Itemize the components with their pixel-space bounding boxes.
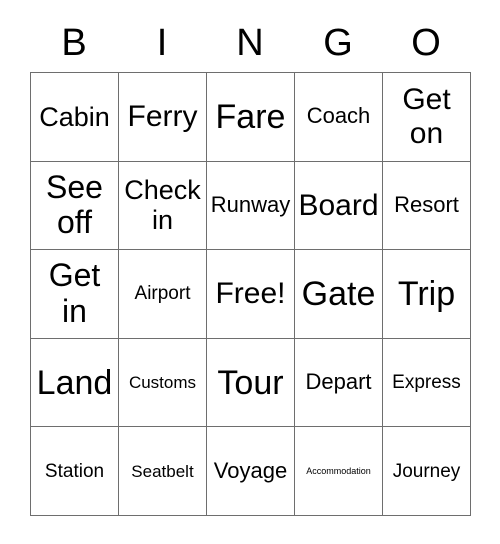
bingo-cell-label: See off — [46, 168, 103, 241]
bingo-cell-label: Resort — [394, 192, 459, 218]
bingo-cell-r2c3[interactable]: Runway — [207, 161, 295, 251]
bingo-cell-label: Board — [298, 188, 379, 222]
bingo-header-row: B I N G O — [30, 14, 470, 72]
bingo-cell-label: Depart — [305, 369, 372, 395]
bingo-cell-r3c5[interactable]: Trip — [383, 250, 471, 339]
bingo-cell-r1c4[interactable]: Coach — [295, 73, 383, 162]
bingo-cell-r5c4[interactable]: Accommodation — [295, 427, 383, 516]
header-letter-i: I — [156, 22, 168, 64]
header-letter-o: O — [411, 22, 441, 64]
header-letter-b: B — [61, 22, 87, 64]
bingo-cell-label: Seatbelt — [131, 461, 194, 481]
bingo-cell-r4c1[interactable]: Land — [31, 338, 119, 428]
bingo-cell-label: Coach — [306, 103, 371, 129]
bingo-cell-label: Land — [36, 363, 113, 402]
bingo-card: B I N G O Cabin Ferry Fare Coach Get on … — [30, 14, 471, 516]
bingo-cell-label: Express — [392, 371, 461, 393]
bingo-cell-r3c1[interactable]: Get in — [31, 250, 119, 339]
bingo-cell-label: Cabin — [39, 101, 110, 132]
bingo-cell-r4c4[interactable]: Depart — [295, 338, 383, 428]
bingo-cell-label: Accommodation — [306, 466, 371, 477]
bingo-grid: Cabin Ferry Fare Coach Get on See off Ch… — [30, 72, 471, 516]
bingo-cell-r5c1[interactable]: Station — [31, 427, 119, 516]
bingo-cell-r1c3[interactable]: Fare — [207, 73, 295, 162]
bingo-cell-label: Get on — [402, 83, 451, 150]
bingo-cell-label: Check in — [124, 175, 201, 236]
bingo-cell-label: Voyage — [213, 457, 288, 483]
bingo-cell-r5c3[interactable]: Voyage — [207, 427, 295, 516]
bingo-cell-label: Get in — [48, 257, 101, 329]
header-letter-g: G — [323, 22, 353, 64]
bingo-cell-r1c2[interactable]: Ferry — [119, 73, 207, 162]
bingo-cell-label: Gate — [301, 274, 376, 313]
bingo-cell-r4c2[interactable]: Customs — [119, 338, 207, 428]
bingo-cell-r3c4[interactable]: Gate — [295, 250, 383, 339]
header-letter-n: N — [236, 22, 264, 64]
bingo-cell-r2c4[interactable]: Board — [295, 161, 383, 251]
bingo-cell-r4c3[interactable]: Tour — [207, 338, 295, 428]
bingo-cell-r2c2[interactable]: Check in — [119, 161, 207, 251]
bingo-cell-r4c5[interactable]: Express — [383, 338, 471, 428]
bingo-cell-r2c5[interactable]: Resort — [383, 161, 471, 251]
bingo-cell-free-space[interactable]: Free! — [207, 250, 295, 339]
bingo-cell-label: Airport — [134, 283, 191, 305]
bingo-cell-r3c2[interactable]: Airport — [119, 250, 207, 339]
bingo-cell-label: Fare — [215, 97, 286, 136]
bingo-cell-r1c1[interactable]: Cabin — [31, 73, 119, 162]
bingo-cell-r5c5[interactable]: Journey — [383, 427, 471, 516]
bingo-cell-r2c1[interactable]: See off — [31, 161, 119, 251]
bingo-cell-label: Free! — [215, 277, 286, 311]
bingo-cell-label: Station — [44, 460, 105, 482]
bingo-cell-label: Customs — [128, 373, 197, 393]
bingo-cell-label: Tour — [217, 363, 284, 402]
bingo-cell-label: Runway — [210, 192, 291, 218]
bingo-cell-label: Ferry — [127, 100, 198, 133]
bingo-cell-r5c2[interactable]: Seatbelt — [119, 427, 207, 516]
bingo-cell-r1c5[interactable]: Get on — [383, 73, 471, 162]
bingo-cell-label: Trip — [397, 274, 456, 313]
bingo-cell-label: Journey — [392, 460, 461, 482]
